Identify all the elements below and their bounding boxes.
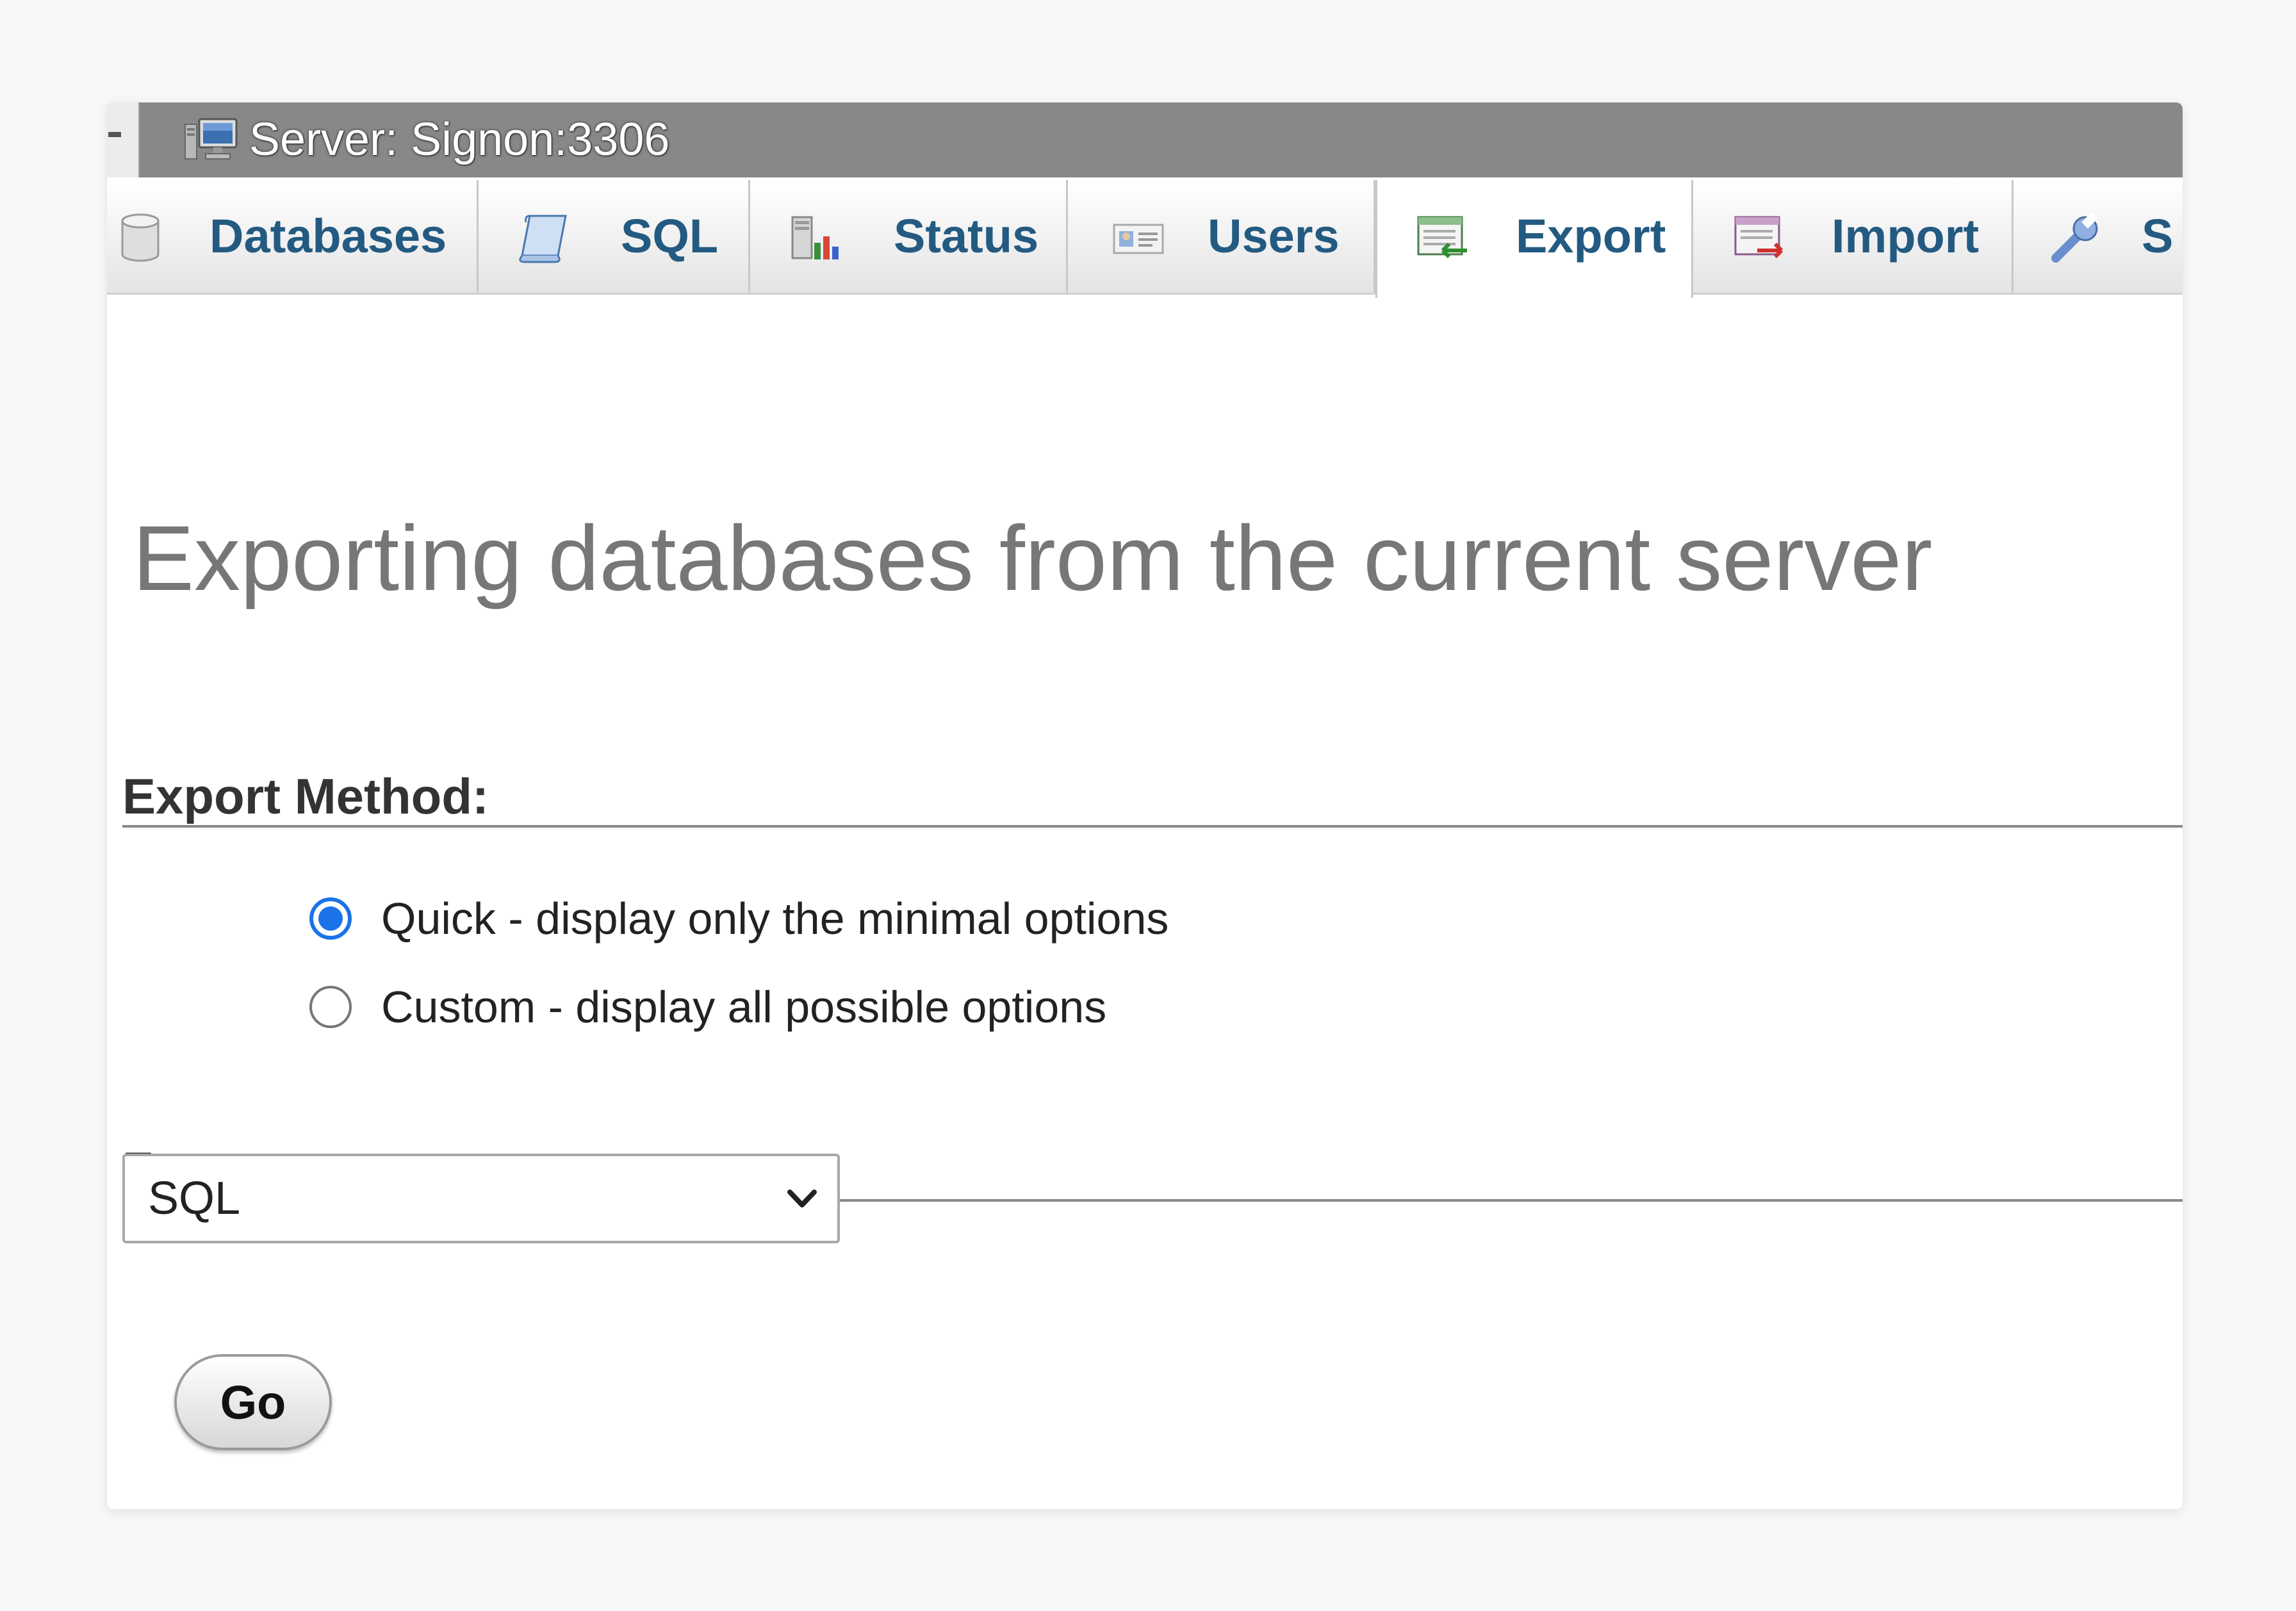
chevron-down-icon: [787, 1190, 817, 1207]
quick-radio[interactable]: [309, 897, 352, 940]
tab-label: Databases: [209, 209, 447, 263]
radio-option-quick[interactable]: Quick - display only the minimal options: [309, 893, 1168, 944]
database-icon: [121, 213, 160, 262]
export-panel: Server: Signon:3306 Databases SQL Status…: [107, 102, 2183, 1509]
go-button[interactable]: Go: [174, 1354, 332, 1450]
wrench-icon: [2051, 212, 2098, 263]
custom-radio-label[interactable]: Custom - display all possible options: [381, 981, 1106, 1033]
tab-sql[interactable]: SQL: [479, 180, 750, 293]
collapse-navigation-toggle[interactable]: [107, 102, 139, 177]
tab-label: SQL: [621, 209, 719, 263]
export-method-heading: Export Method:: [122, 768, 489, 824]
tab-status[interactable]: Status: [750, 180, 1068, 293]
server-bar: Server: Signon:3306: [107, 102, 2183, 177]
format-select-value: SQL: [148, 1173, 241, 1224]
custom-radio[interactable]: [309, 986, 352, 1028]
tab-label: Export: [1516, 209, 1666, 263]
collapse-dash-icon: [108, 132, 121, 137]
tab-import[interactable]: Import: [1693, 180, 2013, 293]
sql-scroll-icon: [519, 215, 567, 263]
tab-bar-divider: [107, 293, 2183, 295]
import-icon: [1734, 216, 1784, 259]
format-select[interactable]: SQL: [122, 1154, 840, 1243]
tab-label: S: [2142, 209, 2174, 263]
tab-settings[interactable]: S: [2013, 180, 2183, 293]
tab-databases[interactable]: Databases: [107, 180, 479, 293]
tab-bar: Databases SQL Status Users Export Import…: [107, 177, 2183, 298]
export-icon: [1417, 216, 1467, 259]
server-title[interactable]: Server: Signon:3306: [249, 102, 669, 177]
tab-label: Users: [1208, 209, 1340, 263]
tab-export[interactable]: Export: [1375, 180, 1693, 298]
status-chart-icon: [791, 216, 839, 259]
tab-users[interactable]: Users: [1068, 180, 1375, 293]
users-card-icon: [1113, 224, 1164, 254]
page-title: Exporting databases from the current ser…: [133, 507, 1933, 610]
export-method-rule: [122, 825, 2183, 828]
quick-radio-label[interactable]: Quick - display only the minimal options: [381, 893, 1168, 944]
tab-label: Import: [1832, 209, 1980, 263]
tab-label: Status: [894, 209, 1039, 263]
server-monitor-icon: [184, 118, 238, 159]
radio-option-custom[interactable]: Custom - display all possible options: [309, 981, 1106, 1033]
